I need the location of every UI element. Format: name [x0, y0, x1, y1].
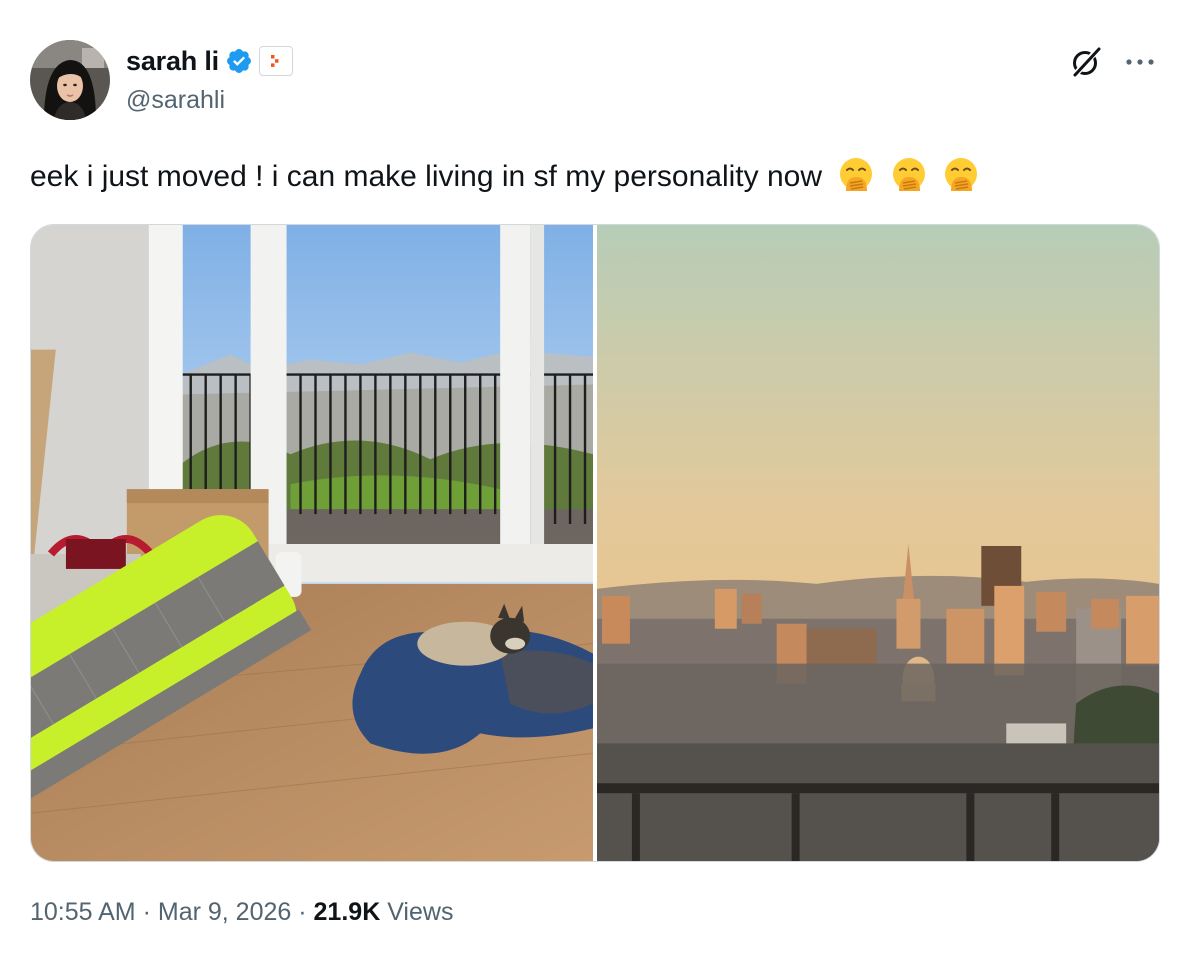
tweet-time[interactable]: 10:55 AM — [30, 898, 136, 926]
media-photo-apartment[interactable] — [31, 225, 593, 861]
more-options-button[interactable] — [1120, 44, 1160, 80]
author-handle[interactable]: @sarahli — [126, 86, 225, 115]
affiliation-badge[interactable] — [258, 46, 293, 76]
avatar-image — [30, 40, 110, 120]
meta-separator: · — [142, 898, 151, 926]
face-with-hand-over-mouth-icon — [945, 158, 978, 191]
meta-separator: · — [298, 898, 307, 926]
tweet-date[interactable]: Mar 9, 2026 — [158, 898, 291, 926]
grok-button[interactable] — [1068, 44, 1104, 80]
emoji-hand-over-mouth — [935, 158, 979, 193]
face-with-hand-over-mouth-icon — [892, 158, 925, 191]
more-horizontal-icon — [1126, 59, 1154, 65]
views-count: 21.9K — [313, 898, 381, 926]
emoji-hand-over-mouth — [883, 158, 935, 193]
author-name-row: sarah li — [126, 44, 293, 78]
grok-icon — [1071, 46, 1102, 78]
verified-badge-icon[interactable] — [225, 47, 253, 75]
views-label: Views — [387, 898, 454, 926]
tweet-meta: 10:55 AM · Mar 9, 2026 · 21.9K Views — [30, 898, 453, 927]
apartment-photo-image — [31, 225, 593, 861]
media-photo-skyline[interactable] — [597, 225, 1159, 861]
avatar[interactable] — [30, 40, 110, 120]
face-with-hand-over-mouth-icon — [840, 158, 873, 191]
media-grid — [30, 224, 1160, 862]
emoji-hand-over-mouth — [830, 158, 882, 193]
tweet-text-body: eek i just moved ! i can make living in … — [30, 160, 822, 193]
tweet-text: eek i just moved ! i can make living in … — [30, 156, 979, 198]
skyline-photo-image — [597, 225, 1159, 861]
affiliate-logo-icon — [270, 55, 279, 67]
display-name[interactable]: sarah li — [126, 46, 219, 77]
